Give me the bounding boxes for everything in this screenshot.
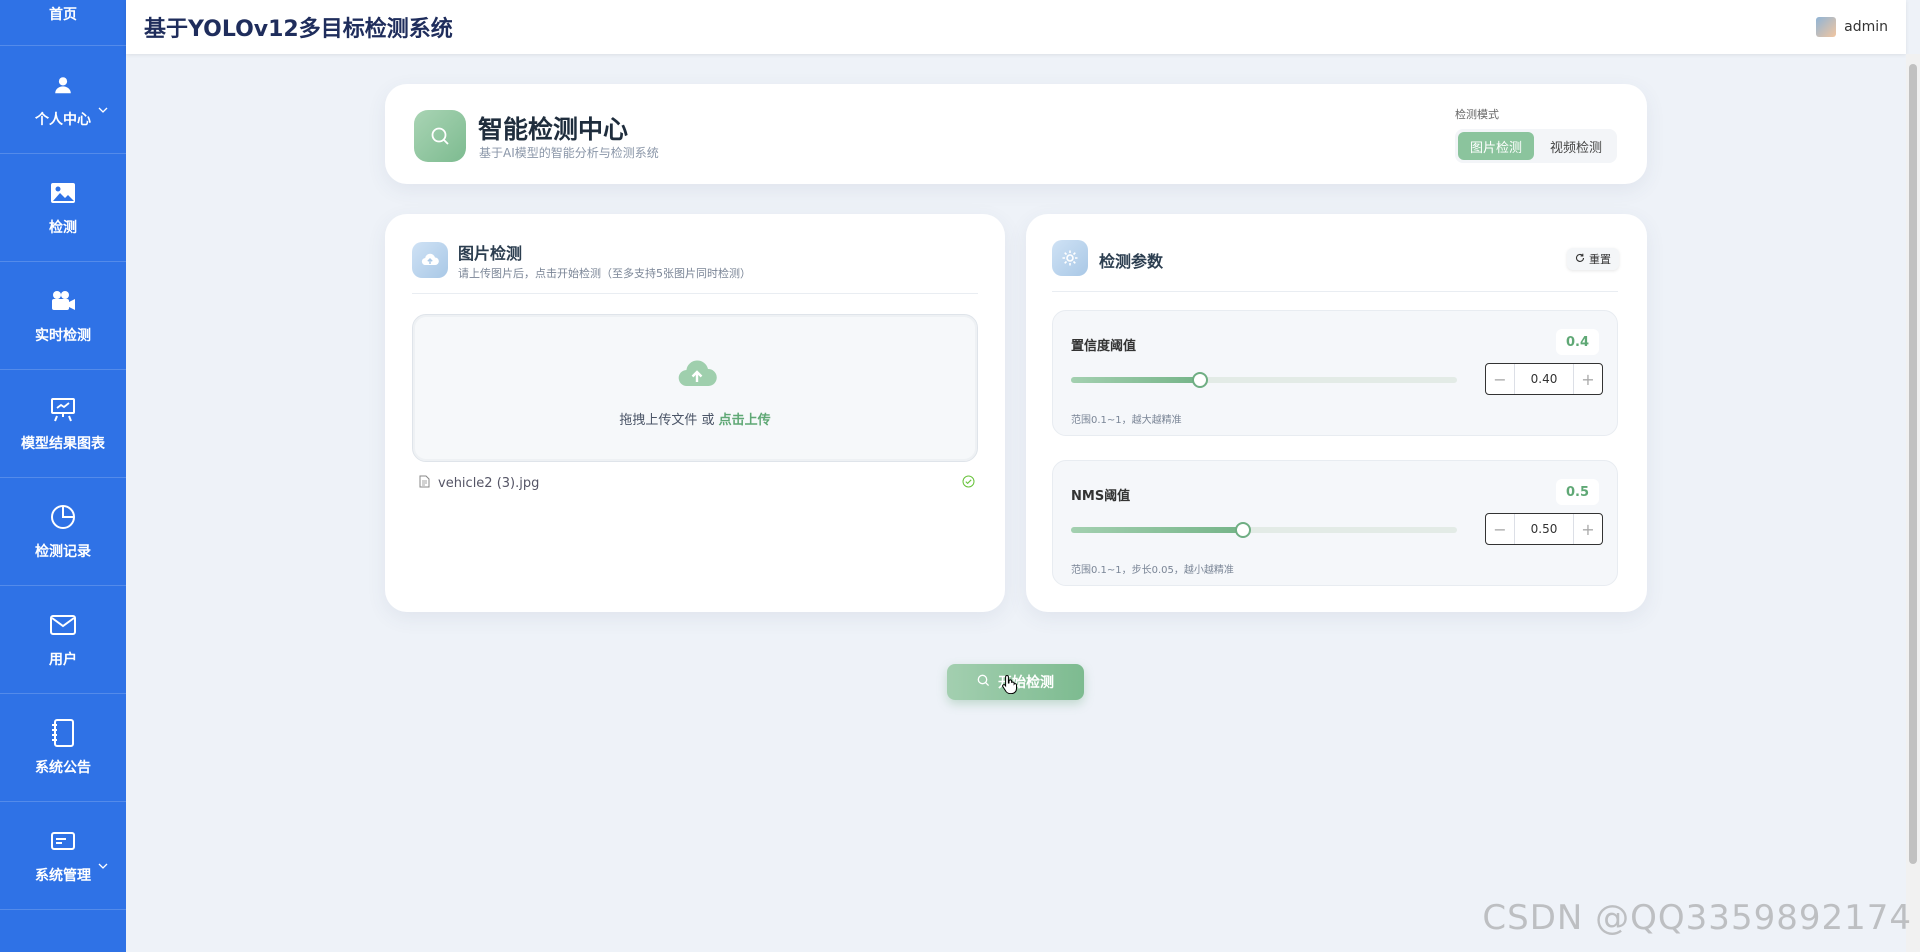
mode-video-button[interactable]: 视频检测 — [1538, 132, 1614, 160]
upload-dropzone[interactable]: 拖拽上传文件 或 点击上传 — [412, 314, 978, 462]
chevron-down-icon — [98, 854, 108, 873]
uploaded-file-item[interactable]: vehicle2 (3).jpg — [419, 472, 975, 494]
pie-chart-icon — [49, 503, 77, 531]
search-icon — [977, 674, 990, 691]
confidence-input[interactable]: 0.40 — [1514, 364, 1574, 394]
reset-button[interactable]: 重置 — [1567, 248, 1619, 270]
scrollbar-thumb[interactable] — [1909, 64, 1917, 864]
user-menu[interactable]: admin — [1816, 17, 1888, 37]
slider-handle[interactable] — [1191, 372, 1208, 388]
sidebar-item-label: 系统管理 — [35, 867, 91, 884]
hand-pointer-icon — [1002, 674, 1018, 698]
sidebar-item-notices[interactable]: 系统公告 — [0, 694, 126, 802]
nms-param: NMS阈值 0.5 − 0.50 + 范围0.1~1，步长0.05，越小越精准 — [1052, 460, 1618, 586]
sidebar-item-detect[interactable]: 检测 — [0, 154, 126, 262]
sidebar-item-records[interactable]: 检测记录 — [0, 478, 126, 586]
username: admin — [1844, 19, 1888, 35]
params-title: 检测参数 — [1099, 252, 1164, 271]
nms-stepper: − 0.50 + — [1485, 513, 1603, 545]
sidebar-item-label: 实时检测 — [35, 327, 91, 344]
increase-button[interactable]: + — [1574, 364, 1602, 394]
nms-slider[interactable] — [1071, 522, 1457, 538]
check-circle-icon — [962, 475, 975, 492]
sidebar-item-charts[interactable]: 模型结果图表 — [0, 370, 126, 478]
upload-subtitle: 请上传图片后，点击开始检测（至多支持5张图片同时检测） — [458, 267, 751, 280]
gear-icon — [1052, 240, 1088, 276]
sidebar-item-label: 检测 — [49, 219, 77, 236]
slider-handle[interactable] — [1234, 522, 1251, 538]
sidebar-item-label: 个人中心 — [35, 111, 91, 128]
click-upload-link[interactable]: 点击上传 — [719, 413, 771, 428]
sidebar-item-label: 系统公告 — [35, 759, 91, 776]
confidence-stepper: − 0.40 + — [1485, 363, 1603, 395]
sidebar-item-realtime[interactable]: 实时检测 — [0, 262, 126, 370]
sidebar-item-users[interactable]: 用户 — [0, 586, 126, 694]
slider-fill — [1071, 527, 1243, 533]
avatar — [1816, 17, 1837, 37]
decrease-button[interactable]: − — [1486, 514, 1514, 544]
nms-input[interactable]: 0.50 — [1514, 514, 1574, 544]
nms-label: NMS阈值 — [1071, 489, 1131, 504]
mail-icon — [49, 611, 77, 639]
decrease-button[interactable]: − — [1486, 364, 1514, 394]
user-icon — [49, 71, 77, 99]
search-logo-icon — [414, 110, 466, 162]
upload-cloud-icon — [677, 359, 717, 393]
mode-label: 检测模式 — [1455, 108, 1499, 121]
sidebar-item-label: 首页 — [49, 7, 77, 23]
upload-title: 图片检测 — [458, 244, 523, 263]
divider — [1052, 291, 1618, 292]
confidence-label: 置信度阈值 — [1071, 339, 1137, 354]
confidence-param: 置信度阈值 0.4 − 0.40 + 范围0.1~1，越大越精准 — [1052, 310, 1618, 436]
notebook-icon — [49, 718, 77, 747]
sidebar-item-profile[interactable]: 个人中心 — [0, 46, 126, 154]
cloud-upload-icon — [412, 242, 448, 278]
dropzone-text: 拖拽上传文件 或 点击上传 — [413, 409, 977, 428]
sidebar-item-label: 检测记录 — [35, 543, 91, 560]
nms-badge: 0.5 — [1555, 479, 1599, 505]
increase-button[interactable]: + — [1574, 514, 1602, 544]
confidence-badge: 0.4 — [1555, 329, 1599, 355]
vertical-scrollbar[interactable] — [1906, 54, 1920, 952]
sidebar: 首页 个人中心 检测 实时检测 模型结果图表 检测记录 用户 系统公告 系统管理 — [0, 0, 126, 952]
detection-params-panel: 检测参数 重置 置信度阈值 0.4 − 0.40 + 范围0.1~1，越大越精准… — [1026, 214, 1647, 612]
mode-image-button[interactable]: 图片检测 — [1458, 132, 1534, 160]
top-header: 基于YOLOv12多目标检测系统 admin — [126, 0, 1906, 54]
settings-card-icon — [49, 827, 77, 855]
confidence-hint: 范围0.1~1，越大越精准 — [1071, 415, 1182, 426]
sidebar-item-label: 用户 — [49, 651, 77, 668]
camera-icon — [49, 287, 77, 315]
slider-fill — [1071, 377, 1200, 383]
sidebar-item-system[interactable]: 系统管理 — [0, 802, 126, 910]
nms-hint: 范围0.1~1，步长0.05，越小越精准 — [1071, 565, 1234, 576]
document-icon — [419, 475, 430, 492]
divider — [412, 293, 978, 294]
file-name: vehicle2 (3).jpg — [438, 475, 540, 491]
mode-switch: 图片检测 视频检测 — [1455, 129, 1617, 163]
confidence-slider[interactable] — [1071, 372, 1457, 388]
detection-center-header: 智能检测中心 基于AI模型的智能分析与检测系统 检测模式 图片检测 视频检测 — [385, 84, 1647, 184]
image-icon — [49, 179, 77, 207]
refresh-icon — [1575, 253, 1585, 266]
dropzone-hint: 拖拽上传文件 或 — [619, 413, 719, 428]
page-subtitle: 基于AI模型的智能分析与检测系统 — [479, 146, 659, 160]
sidebar-item-home[interactable]: 首页 — [0, 0, 126, 46]
chevron-down-icon — [98, 98, 108, 117]
page-title: 智能检测中心 — [478, 115, 629, 144]
sidebar-item-label: 模型结果图表 — [21, 435, 105, 452]
watermark-text: CSDN @QQ3359892174 — [1482, 898, 1912, 938]
reset-label: 重置 — [1589, 253, 1611, 266]
image-upload-panel: 图片检测 请上传图片后，点击开始检测（至多支持5张图片同时检测） 拖拽上传文件 … — [385, 214, 1005, 612]
app-title: 基于YOLOv12多目标检测系统 — [144, 17, 453, 42]
chart-board-icon — [49, 395, 77, 423]
